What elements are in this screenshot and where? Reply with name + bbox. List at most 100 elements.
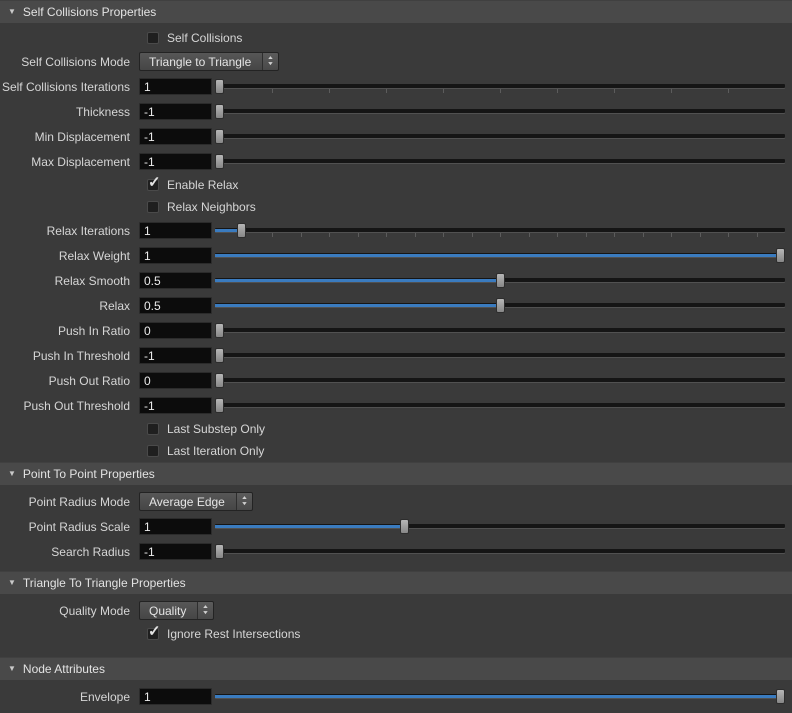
max-displacement-label: Max Displacement — [31, 154, 130, 169]
ignore-rest-intersections-checkbox[interactable]: ✓ — [147, 623, 161, 640]
parameter-panel: ▼ Self Collisions Properties ✓ Self Coll… — [0, 0, 792, 709]
slider-handle[interactable] — [215, 79, 224, 94]
row-push-in-ratio: Push In Ratio — [0, 318, 792, 343]
last-iteration-only-checkbox[interactable]: ✓ — [147, 445, 159, 457]
relax-smooth-field[interactable] — [139, 272, 212, 289]
self-collisions-checkbox[interactable]: ✓ — [147, 32, 159, 44]
push-in-threshold-field[interactable] — [139, 347, 212, 364]
section-header-triangle-to-triangle-properties[interactable]: ▼ Triangle To Triangle Properties — [0, 571, 792, 594]
spinner-down-icon: ▼ — [240, 501, 249, 507]
push-out-ratio-slider[interactable] — [215, 368, 785, 393]
slider-handle[interactable] — [495, 273, 505, 288]
push-out-ratio-field[interactable] — [139, 372, 212, 389]
point-radius-mode-label: Point Radius Mode — [28, 494, 130, 509]
row-push-out-ratio: Push Out Ratio — [0, 368, 792, 393]
slider-handle[interactable] — [215, 373, 224, 388]
self-collisions-mode-label: Self Collisions Mode — [21, 54, 130, 69]
slider-tick — [443, 233, 444, 237]
last-substep-only-checkbox[interactable]: ✓ — [147, 423, 159, 435]
slider-tick — [642, 233, 644, 237]
slider-fill — [215, 304, 500, 307]
push-in-ratio-field[interactable] — [139, 322, 212, 339]
relax-weight-slider[interactable] — [215, 243, 785, 268]
self-collisions-iterations-field[interactable] — [139, 78, 212, 95]
point-radius-mode-dropdown[interactable]: Average Edge ▲ ▼ — [139, 492, 253, 511]
max-displacement-field[interactable] — [139, 153, 212, 170]
slider-tick — [614, 89, 615, 93]
relax-weight-label: Relax Weight — [58, 248, 130, 263]
relax-slider[interactable] — [215, 293, 785, 318]
spinner-down-icon: ▼ — [267, 61, 275, 67]
slider-handle[interactable] — [215, 129, 224, 144]
slider-handle[interactable] — [215, 323, 224, 338]
section-header-self-collisions-properties[interactable]: ▼ Self Collisions Properties — [0, 0, 792, 23]
section-title: Self Collisions Properties — [22, 5, 157, 19]
envelope-label: Envelope — [79, 689, 130, 704]
relax-neighbors-label: Relax Neighbors — [167, 200, 256, 214]
slider-tick — [443, 89, 444, 93]
self-collisions-iterations-label: Self Collisions Iterations — [1, 79, 130, 94]
slider-fill — [215, 254, 785, 257]
thickness-slider[interactable] — [215, 99, 785, 124]
self-collisions-label: Self Collisions — [167, 31, 243, 45]
max-displacement-slider[interactable] — [215, 149, 785, 174]
search-radius-slider[interactable] — [215, 539, 785, 564]
push-out-threshold-field[interactable] — [139, 397, 212, 414]
slider-handle[interactable] — [495, 298, 505, 313]
checkmark-icon: ✓ — [148, 623, 161, 640]
last-substep-only-label: Last Substep Only — [167, 422, 266, 436]
relax-field[interactable] — [139, 297, 212, 314]
relax-iterations-field[interactable] — [139, 222, 212, 239]
slider-handle[interactable] — [215, 104, 224, 119]
slider-handle[interactable] — [215, 348, 224, 363]
self-collisions-iterations-slider[interactable] — [215, 74, 785, 99]
push-in-ratio-slider[interactable] — [215, 318, 785, 343]
row-point-radius-mode: Point Radius Mode Average Edge ▲ ▼ — [0, 489, 792, 514]
row-self-collisions-mode: Self Collisions Mode Triangle to Triangl… — [0, 49, 792, 74]
push-out-threshold-slider[interactable] — [215, 393, 785, 418]
dropdown-value: Average Edge — [149, 494, 225, 509]
row-envelope: Envelope — [0, 684, 792, 709]
slider-track — [215, 403, 785, 407]
slider-tick — [585, 233, 587, 237]
quality-mode-dropdown[interactable]: Quality ▲ ▼ — [139, 601, 215, 620]
row-relax-neighbors: ✓ Relax Neighbors — [0, 196, 792, 218]
slider-handle[interactable] — [215, 154, 224, 169]
spinner-down-icon: ▼ — [202, 610, 210, 616]
point-radius-scale-slider[interactable] — [215, 514, 785, 539]
enable-relax-checkbox[interactable]: ✓ — [147, 174, 161, 191]
relax-iterations-slider[interactable] — [215, 218, 785, 243]
slider-tick — [728, 233, 729, 237]
section-header-point-to-point-properties[interactable]: ▼ Point To Point Properties — [0, 462, 792, 485]
relax-smooth-slider[interactable] — [215, 268, 785, 293]
min-displacement-slider[interactable] — [215, 124, 785, 149]
slider-track — [215, 134, 785, 138]
envelope-slider[interactable] — [215, 684, 785, 709]
slider-fill — [215, 695, 785, 698]
slider-tick — [386, 89, 387, 93]
point-radius-scale-field[interactable] — [139, 518, 212, 535]
slider-tick — [329, 233, 330, 237]
search-radius-field[interactable] — [139, 543, 212, 560]
slider-handle[interactable] — [400, 519, 410, 534]
slider-tick — [699, 233, 701, 237]
relax-weight-field[interactable] — [139, 247, 212, 264]
slider-handle[interactable] — [215, 544, 224, 559]
slider-handle[interactable] — [776, 689, 785, 704]
slider-tick — [500, 233, 501, 237]
slider-tick — [471, 233, 473, 237]
push-in-threshold-slider[interactable] — [215, 343, 785, 368]
section-header-node-attributes[interactable]: ▼ Node Attributes — [0, 657, 792, 680]
section-body-triangle-to-triangle: Quality Mode Quality ▲ ▼ ✓ Ignore Rest I… — [0, 594, 792, 657]
row-last-iteration-only: ✓ Last Iteration Only — [0, 440, 792, 462]
self-collisions-mode-dropdown[interactable]: Triangle to Triangle ▲ ▼ — [139, 52, 280, 71]
slider-handle[interactable] — [776, 248, 785, 263]
envelope-field[interactable] — [139, 688, 212, 705]
min-displacement-field[interactable] — [139, 128, 212, 145]
relax-neighbors-checkbox[interactable]: ✓ — [147, 201, 159, 213]
slider-handle[interactable] — [215, 398, 224, 413]
thickness-field[interactable] — [139, 103, 212, 120]
dropdown-value: Quality — [149, 603, 187, 618]
slider-track — [215, 84, 785, 88]
slider-handle[interactable] — [237, 223, 247, 238]
